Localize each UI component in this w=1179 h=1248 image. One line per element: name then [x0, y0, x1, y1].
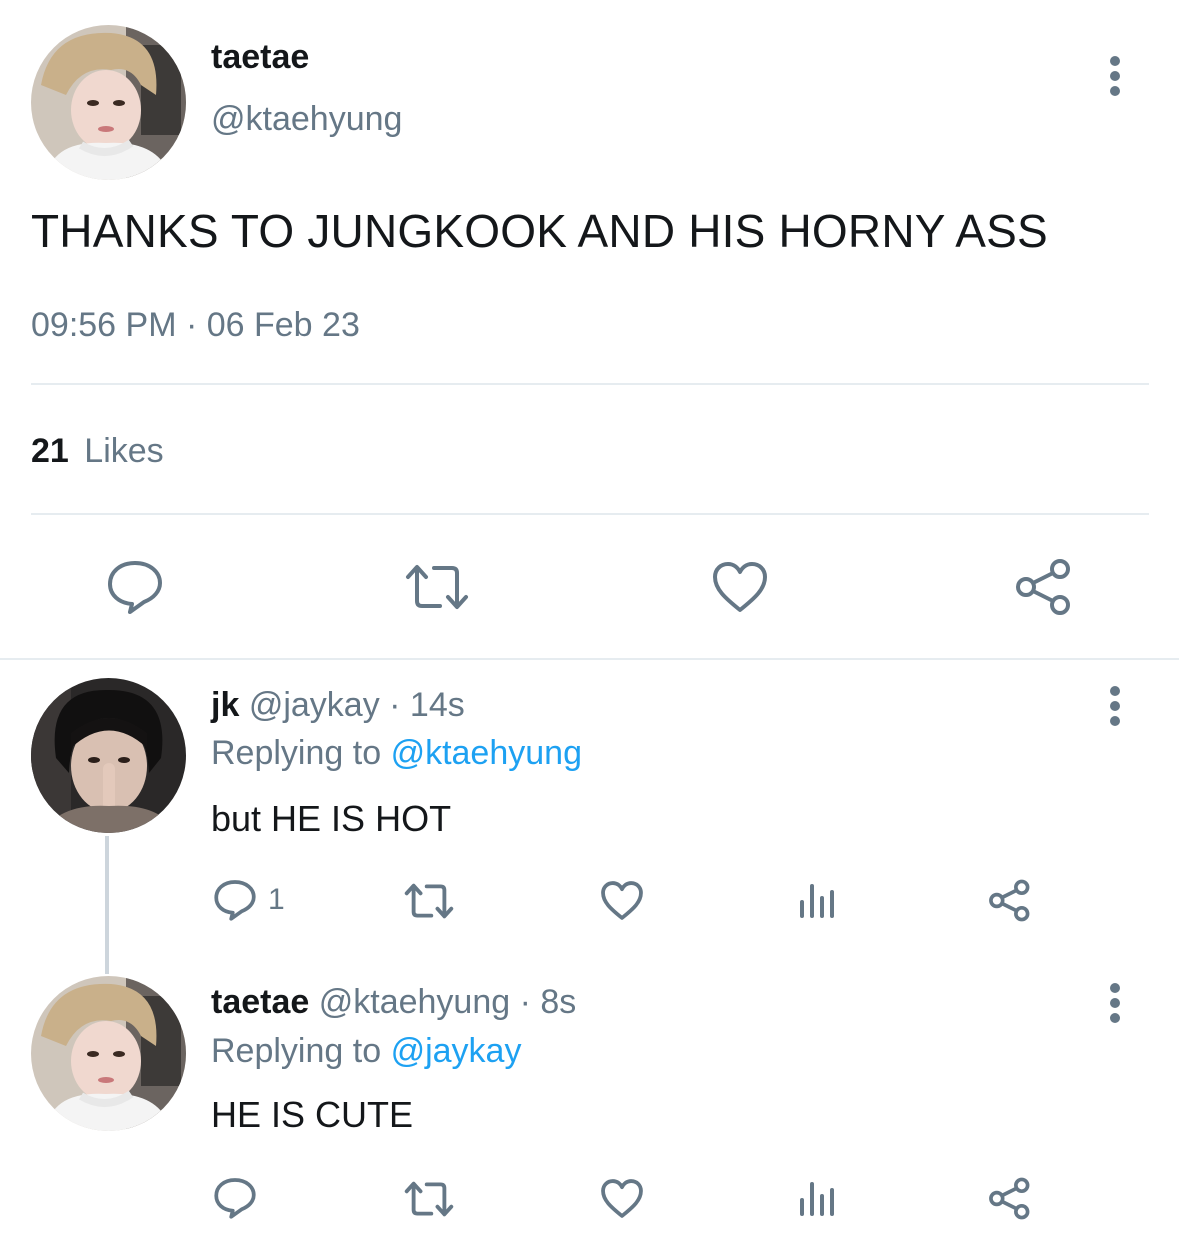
more-icon[interactable]	[1104, 685, 1126, 727]
share-icon[interactable]	[988, 1177, 1032, 1220]
reply-time: · 8s	[519, 983, 577, 1021]
likes-label: Likes	[84, 432, 164, 470]
like-icon[interactable]	[711, 560, 769, 614]
author-handle[interactable]: @jaykay	[249, 686, 380, 724]
thread-line	[105, 836, 109, 974]
reply-count: 1	[268, 883, 285, 916]
author-name[interactable]: taetae	[211, 38, 309, 77]
reply-time: · 14s	[389, 686, 465, 724]
author-name[interactable]: jk	[211, 686, 239, 724]
reply-icon[interactable]	[213, 879, 257, 921]
replying-to: Replying to @jaykay	[211, 1032, 521, 1071]
tweet-text: HE IS CUTE	[211, 1094, 414, 1135]
analytics-icon[interactable]	[798, 1180, 836, 1218]
divider	[31, 513, 1149, 515]
author-name[interactable]: taetae	[211, 983, 309, 1021]
replying-prefix: Replying to	[211, 1032, 382, 1070]
tweet-text: but HE IS HOT	[211, 798, 452, 839]
likes-count: 21	[31, 432, 69, 470]
replying-to-link[interactable]: @jaykay	[391, 1032, 522, 1070]
likes-stat[interactable]: 21 Likes	[31, 432, 164, 471]
analytics-icon[interactable]	[798, 882, 836, 920]
reply-header: taetae @ktaehyung · 8s	[211, 983, 576, 1022]
tweet-text: THANKS TO JUNGKOOK AND HIS HORNY ASS	[31, 205, 1048, 257]
reply-icon[interactable]	[106, 559, 164, 615]
retweet-icon[interactable]	[403, 1179, 455, 1219]
like-icon[interactable]	[600, 1178, 644, 1219]
divider	[31, 383, 1149, 385]
reply-header: jk @jaykay · 14s	[211, 686, 465, 725]
avatar[interactable]	[31, 976, 186, 1131]
more-icon[interactable]	[1104, 982, 1126, 1024]
retweet-icon[interactable]	[403, 881, 455, 921]
replying-prefix: Replying to	[211, 734, 382, 772]
retweet-icon[interactable]	[404, 561, 470, 613]
avatar[interactable]	[31, 25, 186, 180]
tweet-timestamp: 09:56 PM · 06 Feb 23	[31, 306, 360, 344]
divider	[0, 658, 1179, 660]
avatar[interactable]	[31, 678, 186, 833]
reply-icon[interactable]	[213, 1177, 257, 1219]
author-handle[interactable]: @ktaehyung	[211, 100, 402, 139]
share-icon[interactable]	[988, 879, 1032, 922]
more-icon[interactable]	[1104, 55, 1126, 97]
replying-to: Replying to @ktaehyung	[211, 734, 582, 773]
like-icon[interactable]	[600, 880, 644, 921]
replying-to-link[interactable]: @ktaehyung	[391, 734, 582, 772]
author-handle[interactable]: @ktaehyung	[319, 983, 510, 1021]
share-icon[interactable]	[1014, 558, 1074, 616]
